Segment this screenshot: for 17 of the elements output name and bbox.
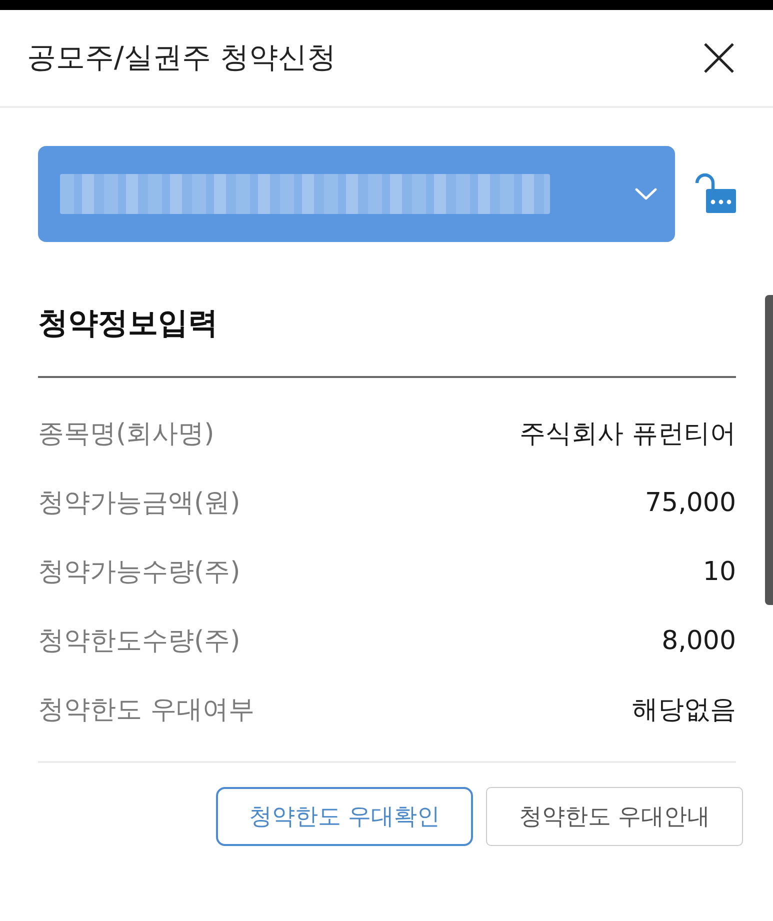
field-label: 청약한도 우대여부 [38, 694, 254, 727]
action-button[interactable]: 청약한도 우대안내 [486, 787, 743, 846]
chevron-down-icon [635, 188, 657, 200]
section-title: 청약정보입력 [38, 306, 218, 341]
dialog-title: 공모주/실권주 청약신청 [27, 39, 336, 76]
field-label: 종목명(회사명) [38, 418, 214, 451]
field-value: 해당없음 [632, 694, 736, 727]
action-button[interactable]: 청약한도 우대확인 [216, 787, 473, 846]
field-value: 주식회사 퓨런티어 [520, 418, 736, 451]
field-label: 청약한도수량(주) [38, 625, 240, 658]
field-value: 8,000 [662, 626, 736, 656]
field-label: 청약가능금액(원) [38, 487, 240, 520]
field-label: 청약가능수량(주) [38, 556, 240, 589]
field-value: 10 [702, 556, 736, 586]
unlocked-padlock-icon[interactable] [694, 173, 736, 215]
field-value: 75,000 [645, 488, 736, 518]
close-icon [703, 42, 735, 74]
